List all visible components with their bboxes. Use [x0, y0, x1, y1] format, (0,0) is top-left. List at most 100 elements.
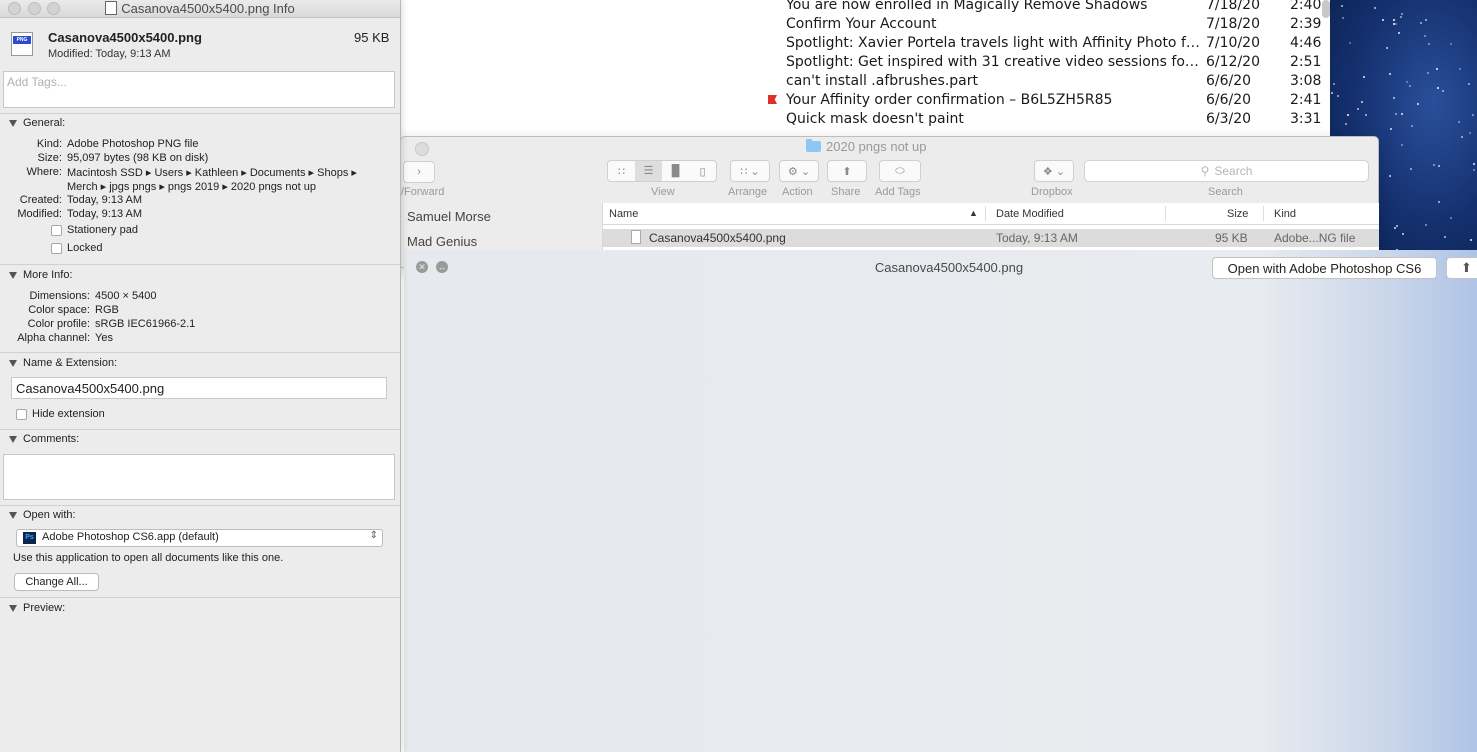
- column-header-kind[interactable]: Kind: [1274, 208, 1296, 220]
- star-decoration: [1390, 128, 1392, 130]
- kind-label: Kind:: [36, 138, 62, 150]
- finder-window[interactable]: 2020 pngs not up › /Forward ∷ ☰ ▐▌ ▯ Vie…: [400, 136, 1379, 268]
- star-decoration: [1347, 114, 1349, 116]
- disclosure-triangle-icon: [9, 604, 17, 612]
- mail-list-item[interactable]: Your Affinity order confirmation – B6L5Z…: [400, 92, 1330, 111]
- mail-list-item[interactable]: Confirm Your Account 7/18/20 2:39: [400, 16, 1330, 35]
- star-decoration: [1444, 236, 1446, 238]
- forward-button[interactable]: ›: [403, 161, 435, 183]
- modified-label: Modified:: [17, 208, 62, 220]
- arrange-button[interactable]: ∷ ⌄: [730, 160, 770, 182]
- change-all-button[interactable]: Change All...: [14, 573, 99, 591]
- png-document-icon: PNG: [11, 32, 33, 56]
- share-button[interactable]: ⬆: [827, 160, 867, 182]
- photoshop-app-icon: Ps: [23, 532, 36, 544]
- comments-textarea[interactable]: [3, 454, 395, 500]
- list-view-icon[interactable]: ☰: [635, 161, 662, 181]
- hide-extension-checkbox[interactable]: [16, 409, 27, 420]
- quicklook-share-button[interactable]: ⬆: [1446, 257, 1477, 279]
- section-more-info-toggle[interactable]: More Info:: [9, 269, 73, 281]
- arrange-label: Arrange: [728, 186, 768, 198]
- sort-ascending-icon[interactable]: ▲: [969, 208, 978, 218]
- file-size-heading: 95 KB: [354, 30, 390, 45]
- modified-value: Today, 9:13 AM: [67, 208, 143, 220]
- mail-subject: Spotlight: Get inspired with 31 creative…: [786, 54, 1200, 70]
- section-preview-toggle[interactable]: Preview:: [9, 602, 65, 614]
- star-decoration: [1382, 19, 1384, 21]
- mail-list-item[interactable]: Quick mask doesn't paint 6/3/20 3:31: [400, 111, 1330, 130]
- section-general-toggle[interactable]: General:: [9, 117, 65, 129]
- color-space-value: RGB: [95, 304, 119, 316]
- add-tags-button[interactable]: ⬭: [879, 160, 921, 182]
- star-decoration: [1473, 169, 1475, 171]
- share-icon: ⬆: [842, 165, 852, 178]
- finder-titlebar[interactable]: 2020 pngs not up: [401, 137, 1378, 159]
- file-date-modified: Today, 9:13 AM: [996, 231, 1078, 245]
- section-comments-toggle[interactable]: Comments:: [9, 433, 79, 445]
- mail-time: 3:08: [1290, 73, 1322, 89]
- dropbox-button[interactable]: ❖ ⌄: [1034, 160, 1074, 182]
- share-icon: ⬆: [1461, 260, 1472, 275]
- dropbox-icon: ❖ ⌄: [1042, 165, 1066, 178]
- mail-list-item[interactable]: Spotlight: Xavier Portela travels light …: [400, 35, 1330, 54]
- stationery-pad-checkbox[interactable]: [51, 225, 62, 236]
- add-tags-label: Add Tags: [875, 186, 921, 198]
- mail-date: 6/6/20: [1206, 92, 1252, 108]
- png-file-icon: [105, 1, 118, 15]
- stationery-pad-label: Stationery pad: [67, 224, 138, 236]
- star-decoration: [1401, 113, 1403, 115]
- column-header-date-modified[interactable]: Date Modified: [996, 208, 1064, 220]
- mail-subject: Your Affinity order confirmation – B6L5Z…: [786, 92, 1113, 108]
- dimensions-value: 4500 × 5400: [95, 290, 157, 302]
- file-name-heading: Casanova4500x5400.png: [48, 30, 202, 45]
- star-decoration: [1341, 5, 1343, 7]
- disclosure-triangle-icon: [9, 359, 17, 367]
- mail-list-item[interactable]: You are now enrolled in Magically Remove…: [400, 0, 1330, 16]
- table-row[interactable]: Casanova4500x5400.png Today, 9:13 AM 95 …: [603, 229, 1379, 247]
- star-decoration: [1393, 23, 1395, 25]
- star-decoration: [1374, 7, 1376, 9]
- open-with-photoshop-button[interactable]: Open with Adobe Photoshop CS6: [1212, 257, 1437, 279]
- star-decoration: [1406, 81, 1408, 83]
- view-segmented-control[interactable]: ∷ ☰ ▐▌ ▯: [607, 160, 717, 182]
- mail-time: 2:41: [1290, 92, 1322, 108]
- where-value-line2: Merch ▸ jpgs pngs ▸ pngs 2019 ▸ 2020 png…: [67, 181, 316, 193]
- finder-search-field[interactable]: ⚲ Search: [1084, 160, 1369, 182]
- where-value-line1: Macintosh SSD ▸ Users ▸ Kathleen ▸ Docum…: [67, 167, 357, 179]
- mail-list-item[interactable]: Spotlight: Get inspired with 31 creative…: [400, 54, 1330, 73]
- tags-input[interactable]: Add Tags...: [3, 71, 395, 108]
- icon-view-icon[interactable]: ∷: [608, 165, 635, 178]
- disclosure-triangle-icon: [9, 511, 17, 519]
- gallery-view-icon[interactable]: ▯: [689, 165, 716, 178]
- open-with-select[interactable]: Ps Adobe Photoshop CS6.app (default) ⇕: [16, 529, 383, 547]
- quicklook-window[interactable]: ✕ ↔ Casanova4500x5400.png Open with Adob…: [404, 250, 1477, 752]
- mail-scrollbar[interactable]: [1322, 0, 1330, 18]
- star-decoration: [1409, 85, 1411, 87]
- column-header-size[interactable]: Size: [1227, 208, 1248, 220]
- mail-list-item[interactable]: can't install .afbrushes.part 6/6/20 3:08: [400, 73, 1330, 92]
- locked-checkbox[interactable]: [51, 243, 62, 254]
- mail-date: 6/3/20: [1206, 111, 1252, 127]
- column-header-name[interactable]: Name: [609, 208, 638, 220]
- name-extension-input[interactable]: Casanova4500x5400.png: [11, 377, 387, 399]
- info-titlebar[interactable]: Casanova4500x5400.png Info: [0, 0, 400, 18]
- mail-time: 2:40: [1290, 0, 1322, 13]
- star-decoration: [1461, 136, 1463, 138]
- star-decoration: [1361, 101, 1363, 103]
- mail-message-list[interactable]: You are now enrolled in Magically Remove…: [400, 0, 1330, 140]
- name-extension-value: Casanova4500x5400.png: [16, 381, 165, 396]
- star-decoration: [1349, 42, 1351, 44]
- disclosure-triangle-icon: [9, 271, 17, 279]
- mail-time: 3:31: [1290, 111, 1322, 127]
- finder-zoom-button[interactable]: [415, 142, 429, 156]
- column-view-icon[interactable]: ▐▌: [662, 165, 689, 177]
- get-info-window[interactable]: Casanova4500x5400.png Info PNG Casanova4…: [0, 0, 401, 752]
- sidebar-item-samuel-morse[interactable]: Samuel Morse: [407, 209, 491, 224]
- sidebar-item-mad-genius[interactable]: Mad Genius: [407, 234, 477, 249]
- action-button[interactable]: ⚙ ⌄: [779, 160, 819, 182]
- star-decoration: [1400, 16, 1402, 18]
- mail-subject: Quick mask doesn't paint: [786, 111, 964, 127]
- section-open-with-toggle[interactable]: Open with:: [9, 509, 76, 521]
- section-name-extension-toggle[interactable]: Name & Extension:: [9, 357, 117, 369]
- star-decoration: [1393, 19, 1395, 21]
